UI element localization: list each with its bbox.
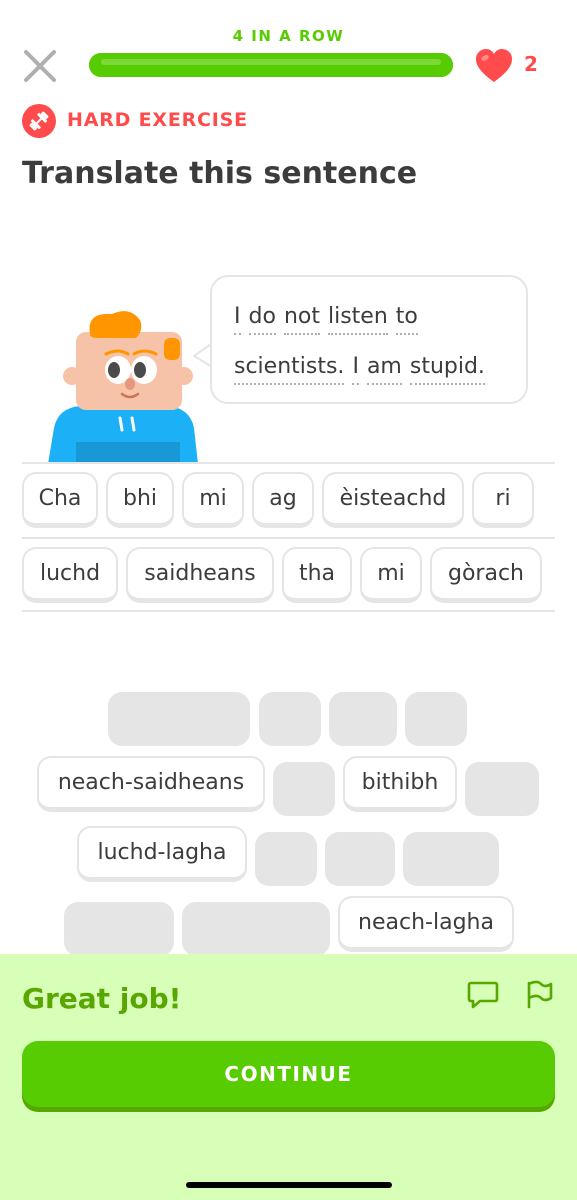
lesson-progress-bar xyxy=(89,53,453,77)
close-icon xyxy=(24,50,56,82)
prompt-word[interactable]: to xyxy=(395,303,418,335)
hard-exercise-badge xyxy=(22,104,56,138)
empty-word-slot xyxy=(329,692,397,746)
empty-word-slot xyxy=(403,832,499,886)
answer-chip[interactable]: Cha xyxy=(22,472,98,528)
answer-line xyxy=(22,537,555,539)
answer-line xyxy=(22,462,555,464)
prompt-word[interactable]: not xyxy=(283,303,320,335)
streak-label: 4 IN A ROW xyxy=(232,27,345,45)
answer-chip[interactable]: ri xyxy=(472,472,534,528)
empty-word-slot xyxy=(465,762,539,816)
word-bank-chip[interactable]: neach-lagha xyxy=(338,896,514,952)
discuss-button[interactable] xyxy=(467,978,499,1010)
answer-chip[interactable]: èisteachd xyxy=(322,472,464,528)
hard-exercise-label: HARD EXERCISE xyxy=(67,109,248,131)
flag-icon xyxy=(527,980,553,1009)
word-bank-chip[interactable]: luchd-lagha xyxy=(77,826,247,882)
answer-chip[interactable]: tha xyxy=(282,547,352,603)
answer-chip[interactable]: mi xyxy=(182,472,244,528)
prompt-line-2: scientists. Iam stupid. xyxy=(234,353,493,385)
empty-word-slot xyxy=(64,902,174,956)
character-illustration xyxy=(48,311,198,464)
prompt-word[interactable]: am xyxy=(366,353,402,385)
answer-line xyxy=(22,610,555,612)
prompt-word[interactable]: listen xyxy=(327,303,388,335)
home-indicator xyxy=(186,1182,392,1188)
empty-word-slot xyxy=(405,692,467,746)
prompt-word[interactable]: do xyxy=(248,303,276,335)
prompt-word[interactable]: scientists. xyxy=(234,353,345,385)
word-bank-chip[interactable]: bithibh xyxy=(343,756,457,812)
empty-word-slot xyxy=(259,692,321,746)
answer-chip[interactable]: bhi xyxy=(106,472,174,528)
empty-word-slot xyxy=(108,692,250,746)
empty-word-slot xyxy=(325,832,395,886)
continue-button[interactable]: CONTINUE xyxy=(22,1041,555,1107)
prompt-word[interactable]: I xyxy=(234,303,241,335)
prompt-word[interactable]: stupid. xyxy=(409,353,485,385)
report-button[interactable] xyxy=(523,978,555,1010)
dumbbell-icon xyxy=(29,111,49,131)
answer-chip[interactable]: gòrach xyxy=(430,547,542,603)
page-title: Translate this sentence xyxy=(22,156,418,191)
speech-bubble: Ido not listen to scientists. Iam stupid. xyxy=(210,275,528,404)
prompt-line-1: Ido not listen to xyxy=(234,303,426,335)
hearts-count: 2 xyxy=(524,52,538,76)
empty-word-slot xyxy=(273,762,335,816)
close-button[interactable] xyxy=(22,48,58,84)
word-bank-chip[interactable]: neach-saidheans xyxy=(37,756,265,812)
feedback-panel: Great job! CONTINUE xyxy=(0,954,577,1200)
answer-chip[interactable]: saidheans xyxy=(126,547,274,603)
answer-chip[interactable]: mi xyxy=(360,547,422,603)
answer-chip[interactable]: ag xyxy=(252,472,314,528)
heart-icon xyxy=(476,49,512,82)
answer-chip[interactable]: luchd xyxy=(22,547,118,603)
prompt-word[interactable]: I xyxy=(352,353,359,385)
empty-word-slot xyxy=(182,902,330,956)
feedback-message: Great job! xyxy=(22,982,182,1015)
progress-fill xyxy=(89,53,453,77)
empty-word-slot xyxy=(255,832,317,886)
comment-icon xyxy=(467,981,499,1009)
progress-shine xyxy=(101,59,441,65)
